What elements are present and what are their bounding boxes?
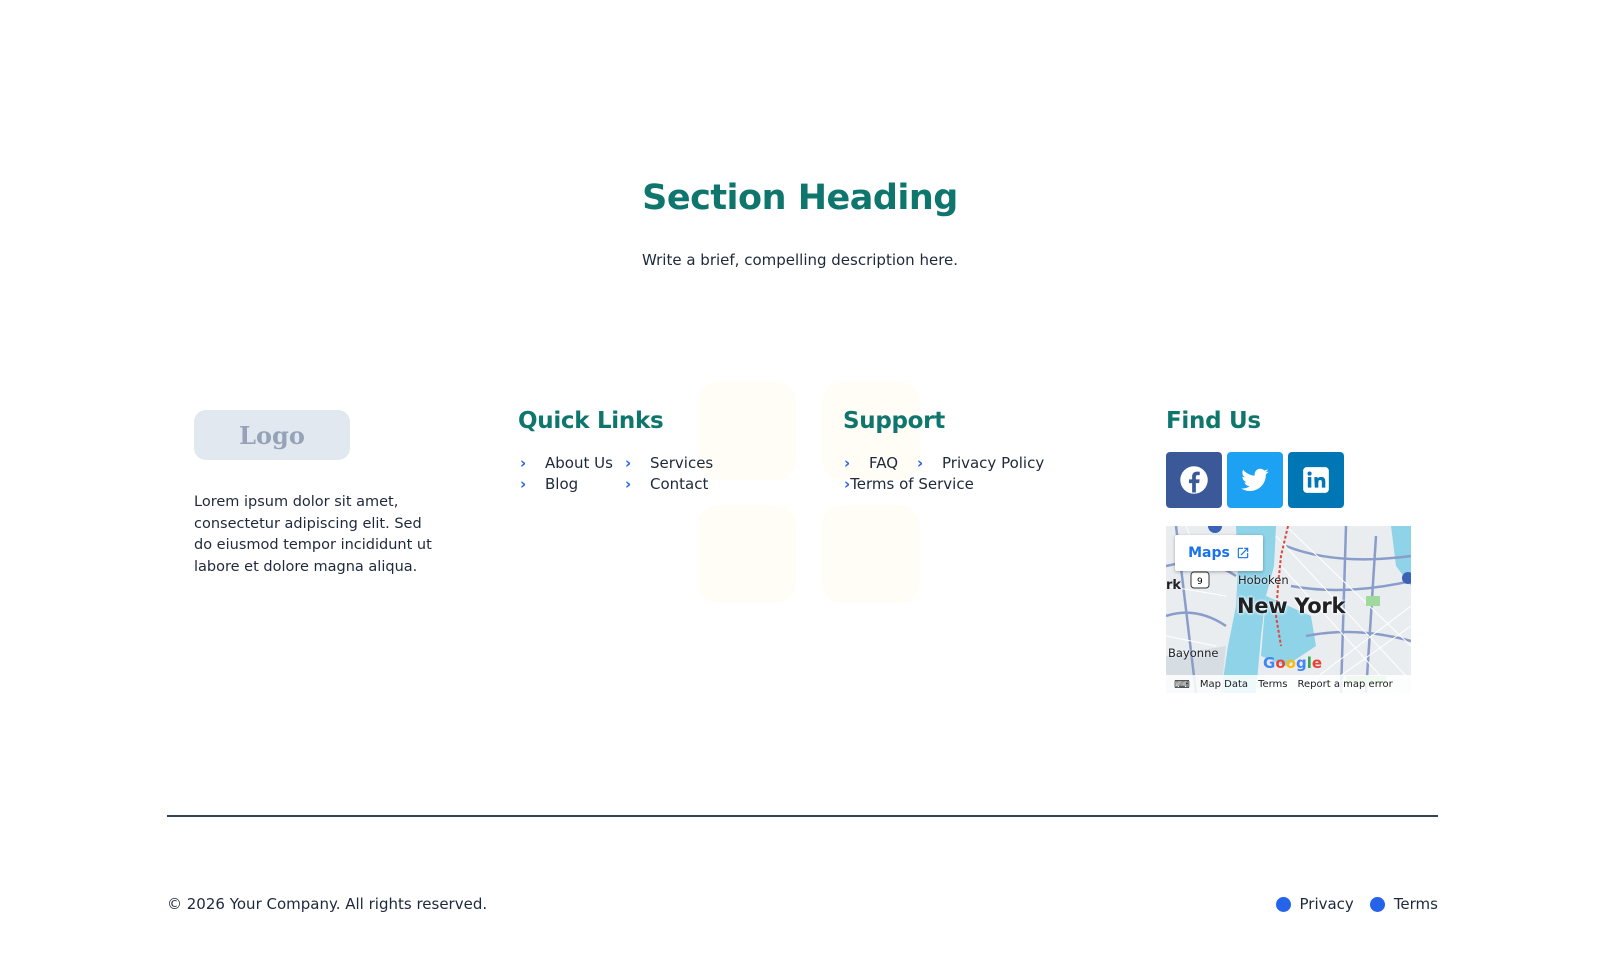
quick-link-services[interactable]: › Services	[625, 454, 713, 472]
quick-link-contact[interactable]: › Contact	[625, 475, 713, 493]
support-link-privacy-policy[interactable]: › Privacy Policy	[917, 454, 1044, 472]
bullet-dot-icon	[1275, 896, 1291, 912]
decorative-square	[822, 505, 920, 603]
chevron-right-icon: ›	[625, 454, 632, 472]
map-embed[interactable]: 9 Maps rk Hoboken New York Bayonne Googl…	[1166, 526, 1411, 693]
keyboard-icon[interactable]: ⌨	[1174, 678, 1190, 691]
legal-link-terms[interactable]: Terms	[1369, 895, 1438, 913]
chevron-right-icon: ›	[917, 454, 924, 472]
legal-links: Privacy Terms	[1275, 895, 1438, 913]
map-label-hoboken: Hoboken	[1238, 573, 1289, 587]
legal-link-privacy[interactable]: Privacy	[1275, 895, 1354, 913]
external-link-icon	[1237, 547, 1249, 559]
support-link-terms[interactable]: › Terms of Service	[844, 475, 974, 493]
quick-links-title: Quick Links	[518, 408, 664, 434]
copyright-text: © 2026 Your Company. All rights reserved…	[167, 895, 488, 913]
find-us-title: Find Us	[1166, 408, 1261, 434]
support-title: Support	[843, 408, 945, 434]
facebook-icon	[1180, 466, 1208, 494]
chevron-right-icon: ›	[520, 454, 527, 472]
footer-divider	[167, 815, 1438, 817]
chevron-right-icon: ›	[844, 454, 851, 472]
chevron-right-icon: ›	[520, 475, 527, 493]
quick-link-about[interactable]: › About Us	[520, 454, 625, 472]
footer-logo[interactable]: Logo	[194, 410, 350, 460]
map-label-bayonne: Bayonne	[1168, 646, 1219, 660]
open-in-maps-button[interactable]: Maps	[1175, 535, 1263, 571]
section-description: Write a brief, compelling description he…	[641, 251, 959, 269]
map-data-link[interactable]: Map Data	[1200, 679, 1248, 690]
support-links-list: › FAQ › Privacy Policy › Terms of Service	[844, 454, 1044, 493]
linkedin-icon	[1303, 467, 1329, 493]
google-logo: Google	[1263, 654, 1323, 672]
decorative-square	[698, 505, 796, 603]
map-label-new-york: New York	[1237, 594, 1346, 618]
bullet-dot-icon	[1369, 896, 1385, 912]
chevron-right-icon: ›	[625, 475, 632, 493]
quick-links-list: › About Us › Services › Blog › Contact	[520, 454, 713, 493]
twitter-icon	[1241, 468, 1269, 491]
map-report-error-link[interactable]: Report a map error	[1298, 679, 1393, 690]
footer-about-text: Lorem ipsum dolor sit amet, consectetur …	[194, 494, 432, 576]
map-label-edge: rk	[1166, 578, 1182, 593]
map-footer: ⌨ Map Data Terms Report a map error	[1166, 675, 1411, 693]
twitter-button[interactable]	[1227, 452, 1283, 508]
svg-text:9: 9	[1197, 577, 1203, 587]
quick-link-blog[interactable]: › Blog	[520, 475, 625, 493]
facebook-button[interactable]	[1166, 452, 1222, 508]
section-heading: Section Heading	[642, 178, 958, 218]
map-terms-link[interactable]: Terms	[1258, 679, 1287, 690]
support-link-faq[interactable]: › FAQ	[844, 454, 917, 472]
linkedin-button[interactable]	[1288, 452, 1344, 508]
